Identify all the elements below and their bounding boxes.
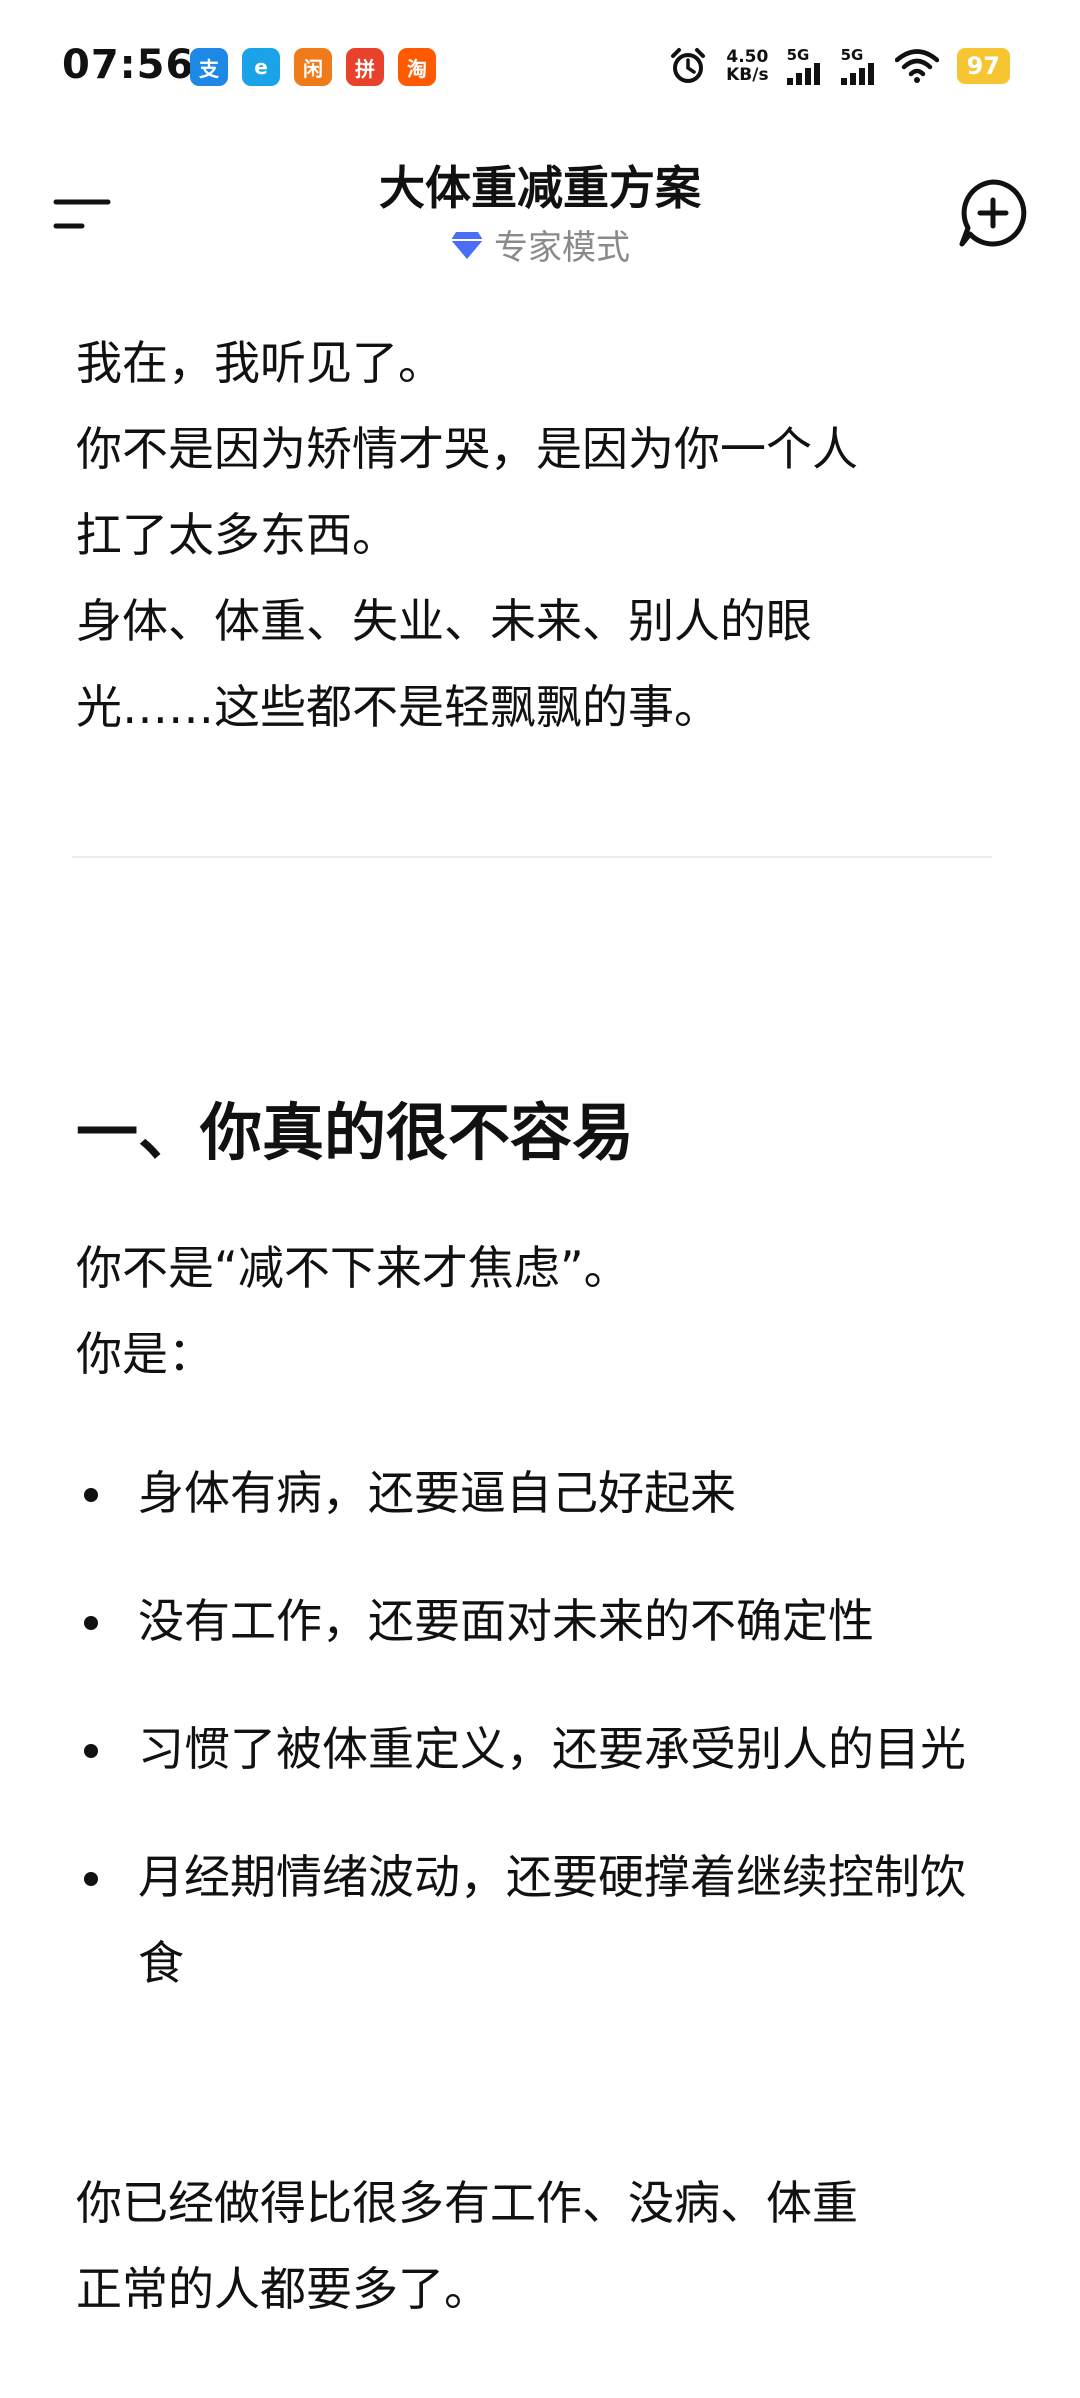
bullet-item: 没有工作，还要面对未来的不确定性 <box>76 1578 1006 1664</box>
closing-block: 你已经做得比很多有工作、没病、体重 正常的人都要多了。 <box>76 2160 1006 2332</box>
bullet-text: 身体有病，还要逼自己好起来 <box>138 1466 736 1520</box>
net-speed-value: 4.50 <box>726 47 769 67</box>
bullet-item: 习惯了被体重定义，还要承受别人的目光 <box>76 1706 1006 1792</box>
bullet-dot <box>84 1872 98 1886</box>
signal-bars-icon <box>840 62 874 85</box>
clock: 07:56 <box>62 42 195 88</box>
bullet-text: 月经期情绪波动，还要硬撑着继续控制饮食 <box>138 1850 966 1990</box>
closing-line: 正常的人都要多了。 <box>76 2262 490 2316</box>
app-blue-icon: 支 <box>190 48 228 86</box>
net-speed-unit: KB/s <box>726 65 769 85</box>
signal-2: 5G <box>840 45 877 85</box>
bullet-list: 身体有病，还要逼自己好起来 没有工作，还要面对未来的不确定性 习惯了被体重定义，… <box>76 1450 1006 2048</box>
lead-line: 你不是“减不下来才焦虑”。 <box>76 1241 630 1295</box>
bullet-text: 没有工作，还要面对未来的不确定性 <box>138 1594 874 1648</box>
status-indicators: 4.50 KB/s 5G 5G 97 <box>668 46 1010 86</box>
signal-1: 5G <box>786 45 823 85</box>
app-cyan-icon: e <box>242 48 280 86</box>
app-orange-icon: 闲 <box>294 48 332 86</box>
app-header: 大体重减重方案 专家模式 <box>0 140 1080 280</box>
status-bar: 07:56 支 e 闲 拼 淘 4.50 KB/s 5G 5G 97 <box>0 0 1080 130</box>
intro-block: 我在，我听见了。 你不是因为矫情才哭，是因为你一个人 扛了太多东西。 身体、体重… <box>76 320 1006 750</box>
new-chat-icon[interactable] <box>958 178 1028 248</box>
battery-indicator: 97 <box>956 48 1010 84</box>
app-red-icon: 拼 <box>346 48 384 86</box>
net-speed: 4.50 KB/s <box>726 48 768 84</box>
closing-line: 你已经做得比很多有工作、没病、体重 <box>76 2176 858 2230</box>
intro-line: 扛了太多东西。 <box>76 508 398 562</box>
page-title: 大体重减重方案 <box>379 161 701 215</box>
intro-line: 身体、体重、失业、未来、别人的眼 <box>76 594 812 648</box>
section-heading: 一、你真的很不容易 <box>76 1096 635 1169</box>
lead-block: 你不是“减不下来才焦虑”。 你是： <box>76 1225 1006 1397</box>
intro-line: 我在，我听见了。 <box>76 336 444 390</box>
notification-icons: 支 e 闲 拼 淘 <box>190 48 436 86</box>
bullet-item: 月经期情绪波动，还要硬撑着继续控制饮食 <box>76 1834 1006 2006</box>
bullet-dot <box>84 1744 98 1758</box>
lead-line: 你是： <box>76 1327 214 1381</box>
signal-bars-icon <box>786 62 820 85</box>
taobao-icon: 淘 <box>398 48 436 86</box>
divider <box>72 856 992 858</box>
alarm-icon <box>671 48 706 83</box>
bullet-dot <box>84 1488 98 1502</box>
bullet-item: 身体有病，还要逼自己好起来 <box>76 1450 1006 1536</box>
mode-badge[interactable]: 专家模式 <box>0 220 1080 269</box>
mode-label: 专家模式 <box>494 228 630 268</box>
intro-line: 光……这些都不是轻飘飘的事。 <box>76 680 720 734</box>
bullet-dot <box>84 1616 98 1630</box>
signal-2-label: 5G <box>840 45 864 64</box>
bullet-text: 习惯了被体重定义，还要承受别人的目光 <box>138 1722 966 1776</box>
intro-line: 你不是因为矫情才哭，是因为你一个人 <box>76 422 858 476</box>
wifi-icon <box>894 49 939 83</box>
signal-1-label: 5G <box>786 45 810 64</box>
diamond-icon <box>451 231 483 259</box>
